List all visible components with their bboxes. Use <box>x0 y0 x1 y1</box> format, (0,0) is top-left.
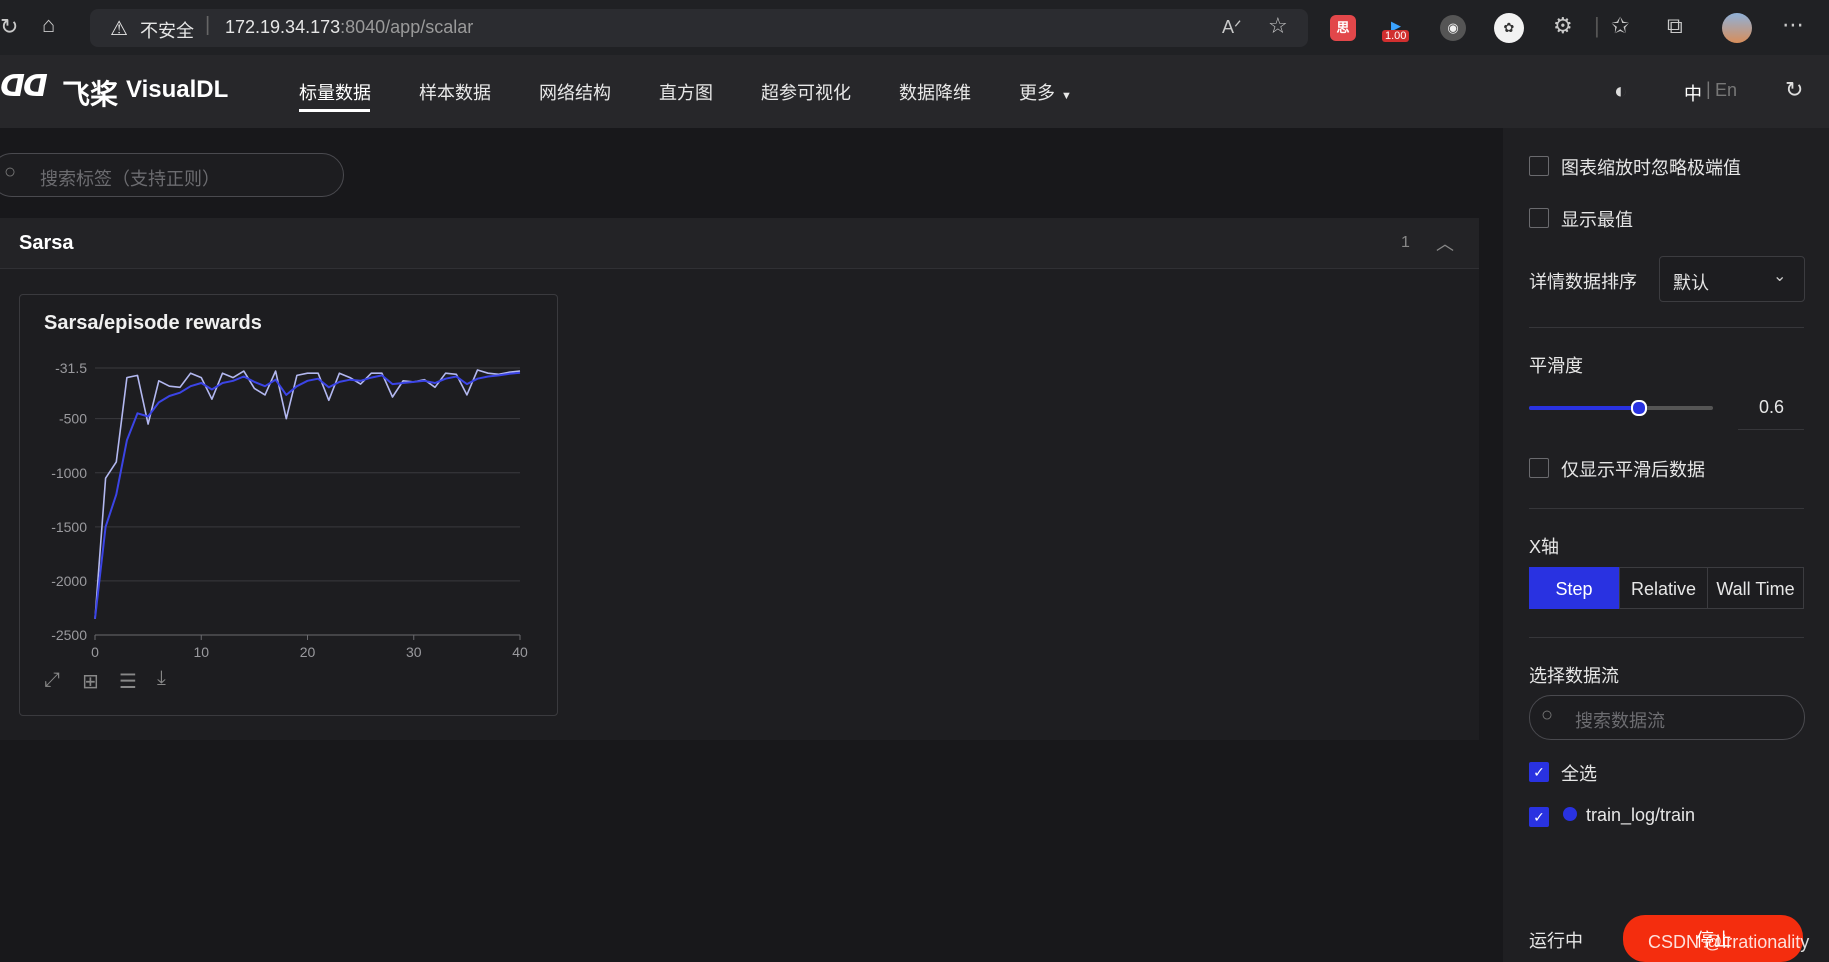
nav-more[interactable]: 更多 ▼ <box>1019 81 1072 105</box>
sort-select-value: 默认 <box>1673 273 1709 293</box>
select-all-label: 全选 <box>1561 764 1597 784</box>
collapse-chevron-icon[interactable]: ︿ <box>1436 230 1454 256</box>
more-menu-icon[interactable]: ⋯ <box>1782 14 1804 36</box>
fullscreen-icon[interactable]: ⤢ <box>44 669 60 692</box>
watermark-text: CSDN @irrationality <box>1648 932 1810 952</box>
filter-icon[interactable]: ☰ <box>119 669 137 694</box>
nav-more-label: 更多 <box>1019 83 1055 103</box>
smoothed-only-checkbox[interactable] <box>1529 458 1549 478</box>
y-tick-label: -1500 <box>51 519 87 535</box>
read-aloud-icon[interactable]: Aᐟ <box>1222 16 1242 38</box>
divider <box>1529 327 1804 328</box>
extension-owl-icon[interactable]: ◉ <box>1440 15 1466 41</box>
runs-search-input[interactable] <box>1529 695 1805 740</box>
ignore-outliers-label: 图表缩放时忽略极端值 <box>1561 158 1741 178</box>
select-all-checkbox[interactable]: ✓ <box>1529 762 1549 782</box>
smoothing-slider-fill <box>1529 406 1640 410</box>
extension-badge: 1.00 <box>1382 30 1410 42</box>
nav-active-indicator <box>299 109 370 112</box>
show-extremes-checkbox[interactable] <box>1529 208 1549 228</box>
zoom-select-icon[interactable]: ⊞ <box>82 669 99 694</box>
browser-toolbar: ↻ ⌂ ⚠ 不安全 | 172.19.34.173:8040/app/scala… <box>0 0 1829 55</box>
run-checkbox[interactable]: ✓ <box>1529 807 1549 827</box>
x-tick-label: 0 <box>91 644 99 660</box>
extensions-icon[interactable]: ⚙ <box>1553 15 1573 37</box>
group-count: 1 <box>1401 234 1410 251</box>
paddle-logo-icon: ᗡᗡ <box>0 70 48 103</box>
run-color-dot <box>1563 807 1577 821</box>
lang-zh[interactable]: 中 <box>1684 80 1702 106</box>
x-tick-label: 10 <box>193 644 209 660</box>
status-label: 运行中 <box>1529 931 1583 951</box>
chevron-down-icon: ⌄ <box>1773 268 1787 285</box>
lang-separator: | <box>1706 79 1711 99</box>
favorite-add-icon[interactable]: ☆ <box>1268 15 1288 37</box>
run-name: train_log/train <box>1586 805 1696 825</box>
chart-title: Sarsa/episode rewards <box>44 312 262 334</box>
lang-en[interactable]: En <box>1715 80 1737 101</box>
tag-search-placeholder: 搜索标签（支持正则） <box>40 169 220 189</box>
extension-red-icon[interactable]: 思 <box>1330 15 1356 41</box>
download-icon[interactable]: ⤓ <box>157 667 166 690</box>
warning-icon[interactable]: ⚠ <box>110 16 128 41</box>
ignore-outliers-checkbox[interactable] <box>1529 156 1549 176</box>
xaxis-step-button[interactable]: Step <box>1529 567 1619 609</box>
y-tick-label: -2500 <box>51 627 87 643</box>
y-tick-label: -2000 <box>51 573 87 589</box>
collections-icon[interactable]: ⧉ <box>1667 15 1683 37</box>
xaxis-label: X轴 <box>1529 537 1560 557</box>
smoothing-label: 平滑度 <box>1529 356 1583 376</box>
smoothed-only-label: 仅显示平滑后数据 <box>1561 460 1705 480</box>
series-line-raw <box>94 369 521 619</box>
refresh-icon[interactable]: ↻ <box>0 16 18 38</box>
nav-dim-reduction[interactable]: 数据降维 <box>899 81 971 105</box>
smoothing-value-underline <box>1738 429 1804 430</box>
extension-profile-icon[interactable]: ✿ <box>1494 13 1524 43</box>
avatar[interactable] <box>1722 13 1752 43</box>
nav-hparams[interactable]: 超参可视化 <box>761 81 851 105</box>
divider <box>1529 637 1804 638</box>
favorites-icon[interactable]: ✩ <box>1611 15 1629 37</box>
security-label[interactable]: 不安全 <box>140 17 194 43</box>
search-icon: ○ <box>4 161 17 183</box>
x-tick-label: 20 <box>300 644 316 660</box>
show-extremes-label: 显示最值 <box>1561 210 1633 230</box>
toolbar-divider: | <box>1594 13 1600 38</box>
chart-svg[interactable]: -31.5 -500 -1000 -1500 -2000 -25000 10 20 30 40 <box>30 350 540 665</box>
divider <box>1529 508 1804 509</box>
nav-scalar[interactable]: 标量数据 <box>299 81 371 105</box>
smoothing-slider-handle[interactable] <box>1631 400 1648 416</box>
brand-name-en: VisualDL <box>126 76 229 103</box>
brand-name-cn: 飞桨 <box>62 79 119 110</box>
xaxis-relative-button[interactable]: Relative <box>1619 567 1708 609</box>
caret-down-icon: ▼ <box>1061 90 1072 102</box>
home-icon[interactable]: ⌂ <box>42 14 55 36</box>
nav-samples[interactable]: 样本数据 <box>419 81 491 105</box>
address-divider: | <box>205 14 211 36</box>
tag-group-header[interactable] <box>0 218 1479 269</box>
nav-histogram[interactable]: 直方图 <box>659 81 713 105</box>
nav-graph[interactable]: 网络结构 <box>539 81 611 105</box>
series-line-smoothed <box>94 371 521 619</box>
y-tick-label: -1000 <box>51 465 87 481</box>
url-text[interactable]: 172.19.34.173:8040/app/scalar <box>225 17 473 38</box>
x-tick-label: 40 <box>512 644 528 660</box>
search-icon: ○ <box>1541 704 1554 726</box>
sort-label: 详情数据排序 <box>1529 272 1637 292</box>
x-tick-label: 30 <box>406 644 422 660</box>
refresh-data-icon[interactable]: ↻ <box>1785 77 1803 103</box>
y-tick-label: -500 <box>59 411 87 427</box>
runs-label: 选择数据流 <box>1529 666 1619 686</box>
xaxis-walltime-button[interactable]: Wall Time <box>1707 567 1804 609</box>
runs-search-placeholder: 搜索数据流 <box>1575 711 1665 731</box>
group-title: Sarsa <box>19 232 74 254</box>
y-tick-label: -31.5 <box>55 360 87 376</box>
theme-palette-icon[interactable]: ◐ <box>1614 78 1627 104</box>
smoothing-value[interactable]: 0.6 <box>1759 397 1784 418</box>
